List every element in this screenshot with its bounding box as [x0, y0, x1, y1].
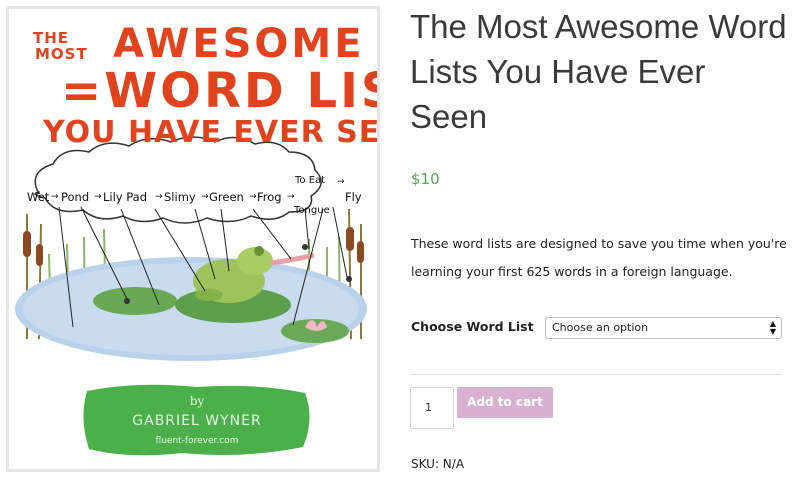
divider [410, 374, 782, 375]
chain-word: Slimy [164, 190, 196, 204]
chain-arrow: → [51, 192, 59, 202]
chain-arrow: → [201, 192, 209, 202]
chain-arrow: → [94, 192, 102, 202]
author-name: GABRIEL WYNER [132, 413, 262, 429]
product-description: These word lists are designed to save yo… [411, 236, 787, 279]
sku-text: SKU: N/A [411, 457, 465, 471]
chain-word: Lily Pad [103, 190, 148, 204]
variation-label: Choose Word List [411, 319, 534, 334]
chain-word: Green [209, 190, 244, 204]
chain-word: Fly [345, 190, 362, 204]
author-site: fluent-forever.com [155, 436, 239, 446]
chain-arrow: → [249, 192, 257, 202]
author-by: by [189, 394, 205, 408]
cover-title-word-list: =WORD LIST= [61, 63, 377, 119]
chain-arrow: → [337, 177, 345, 187]
select-arrows-icon: ▲ ▼ [769, 319, 776, 336]
cover-title-you-have-ever-seen: YOU HAVE EVER SEEN [43, 115, 380, 150]
chain-word: Pond [61, 190, 90, 204]
chain-word: Frog [257, 190, 282, 204]
cover-title-awesome: AWESOME [113, 21, 365, 67]
chain-word: Tongue [294, 205, 330, 216]
product-image[interactable]: THE MOST AWESOME =WORD LIST= YOU HAVE EV… [6, 6, 380, 472]
quantity-input[interactable]: 1 [410, 387, 454, 429]
word-list-select-value: Choose an option [552, 321, 649, 334]
cover-title-most: MOST [35, 45, 88, 63]
word-list-select[interactable]: Choose an option ▲ ▼ [545, 317, 782, 339]
chain-word: Wet [27, 190, 50, 204]
product-title: The Most Awesome Word Lists You Have Eve… [410, 8, 787, 135]
add-to-cart-button[interactable]: Add to cart [457, 387, 553, 418]
product-price: $10 [411, 170, 440, 188]
chain-arrow: → [287, 192, 295, 202]
chain-arrow: → [155, 192, 163, 202]
chain-word: To Eat [295, 175, 326, 186]
